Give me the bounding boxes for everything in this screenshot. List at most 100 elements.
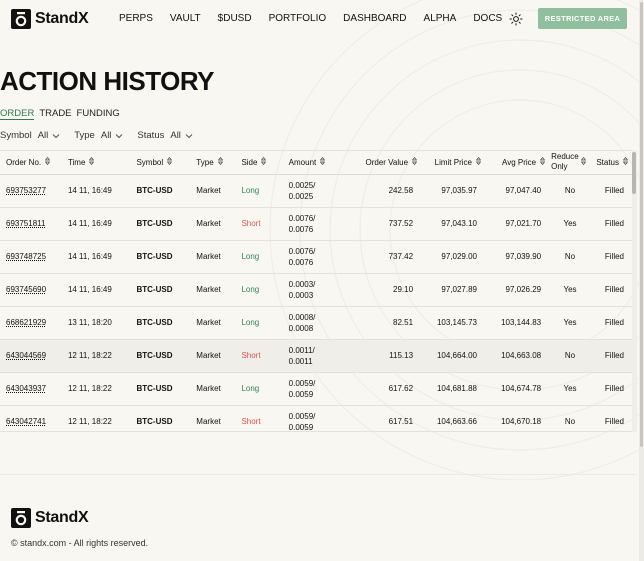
column-header-type[interactable]: Type <box>196 151 242 175</box>
cell-type: Market <box>196 339 242 373</box>
symbol-filter-select[interactable]: All <box>38 130 61 141</box>
page-scrollbar-thumb[interactable] <box>640 2 643 447</box>
sort-control[interactable] <box>539 157 546 167</box>
table-row[interactable]: 693753277 14 11, 16:49 BTC-USD Market Long 0.… <box>0 174 632 208</box>
order-no-value[interactable]: 693753277 <box>6 186 46 195</box>
cell-symbol: BTC-USD <box>136 372 197 406</box>
reduce-only-value: Yes <box>563 219 577 228</box>
symbol-filter-value: All <box>37 130 49 141</box>
sort-icon[interactable] <box>44 157 51 166</box>
footer-logo[interactable]: StandX <box>11 508 89 528</box>
sort-control[interactable] <box>166 157 173 167</box>
cell-order-no[interactable]: 643043937 <box>0 372 62 406</box>
cell-order-no[interactable]: 693751811 <box>0 207 62 241</box>
sort-icon[interactable] <box>320 157 326 166</box>
sort-control[interactable] <box>475 157 482 167</box>
table-scrollbar-thumb[interactable] <box>632 152 636 194</box>
cell-order-no[interactable]: 693753277 <box>0 174 62 208</box>
order-no-value[interactable]: 668621929 <box>6 318 46 327</box>
cell-order-value: 242.58 <box>355 174 424 208</box>
cell-order-value: 29.10 <box>355 273 424 307</box>
type-value: Market <box>196 285 221 294</box>
table-row[interactable]: 643044569 12 11, 18:22 BTC-USD Market Short 0… <box>0 339 632 373</box>
sort-icon[interactable] <box>217 157 223 166</box>
sort-control[interactable] <box>622 157 629 167</box>
column-header-reduce-only[interactable]: Reduce Only <box>551 151 589 175</box>
cell-symbol: BTC-USD <box>136 405 197 431</box>
tab-trade[interactable]: TRADE <box>39 108 71 120</box>
order-no-value[interactable]: 693751811 <box>6 219 45 228</box>
column-header-time[interactable]: Time <box>61 151 137 175</box>
sort-icon[interactable] <box>539 157 546 166</box>
brand-logo[interactable]: StandX <box>11 9 89 29</box>
nav-perps[interactable]: PERPS <box>119 13 153 24</box>
cell-order-no[interactable]: 693748725 <box>0 240 62 274</box>
sort-control[interactable] <box>411 157 418 167</box>
table-row[interactable]: 693751811 14 11, 16:49 BTC-USD Market Short 0… <box>0 207 632 241</box>
column-header-status[interactable]: Status <box>588 151 632 175</box>
table-header-row: Order No. Time Symbol Type Side Amount Order V… <box>0 151 632 175</box>
sun-icon[interactable] <box>509 12 523 26</box>
order-no-value[interactable]: 693745690 <box>6 285 46 294</box>
column-header-symbol[interactable]: Symbol <box>136 151 197 175</box>
sort-icon[interactable] <box>622 157 629 166</box>
cell-avg-price: 97,039.90 <box>484 240 552 274</box>
column-header-order-value[interactable]: Order Value <box>355 151 424 175</box>
order-no-value[interactable]: 643044569 <box>6 351 46 360</box>
column-header-content: Time <box>62 157 137 167</box>
cell-order-no[interactable]: 668621929 <box>0 306 62 340</box>
tab-funding[interactable]: FUNDING <box>77 108 120 120</box>
status-value: Filled <box>604 219 624 228</box>
table-row[interactable]: 693745690 14 11, 16:49 BTC-USD Market Long 0.… <box>0 273 632 307</box>
order-no-value[interactable]: 643043937 <box>6 384 46 393</box>
nav-portfolio[interactable]: PORTFOLIO <box>269 13 327 24</box>
cell-order-no[interactable]: 643044569 <box>0 339 62 373</box>
brand-name: StandX <box>35 10 89 27</box>
order-no-value[interactable]: 693748725 <box>6 252 46 261</box>
cell-amount: 0.0076/0.0076 <box>288 207 356 241</box>
sort-icon[interactable] <box>580 157 587 166</box>
nav-docs[interactable]: DOCS <box>473 13 502 24</box>
cell-order-no[interactable]: 693745690 <box>0 273 62 307</box>
sort-control[interactable] <box>44 157 51 167</box>
sort-control[interactable] <box>580 157 587 167</box>
table-row[interactable]: 643042741 12 11, 18:22 BTC-USD Market Short 0… <box>0 405 632 431</box>
time-value: 14 11, 16:49 <box>67 219 112 228</box>
type-filter-select[interactable]: All <box>101 130 124 141</box>
sort-control[interactable] <box>217 157 223 167</box>
table-row[interactable]: 668621929 13 11, 18:20 BTC-USD Market Long 0.… <box>0 306 632 340</box>
nav-dashboard[interactable]: DASHBOARD <box>343 13 406 24</box>
cell-type: Market <box>196 240 242 274</box>
sort-icon[interactable] <box>411 157 418 166</box>
sort-control[interactable] <box>261 157 267 167</box>
table-row[interactable]: 643043937 12 11, 18:22 BTC-USD Market Long 0.… <box>0 372 632 406</box>
nav-vault[interactable]: VAULT <box>170 13 201 24</box>
nav-alpha[interactable]: ALPHA <box>424 13 457 24</box>
table-row[interactable]: 693748725 14 11, 16:49 BTC-USD Market Long 0.… <box>0 240 632 274</box>
sort-icon[interactable] <box>89 157 95 166</box>
column-header-limit-price[interactable]: Limit Price <box>423 151 485 175</box>
reduce-only-value: Yes <box>563 318 577 327</box>
sort-control[interactable] <box>320 157 326 167</box>
type-value: Market <box>196 417 221 426</box>
column-header-amount[interactable]: Amount <box>288 151 356 175</box>
sort-control[interactable] <box>89 157 95 167</box>
order-no-value[interactable]: 643042741 <box>6 417 46 426</box>
cell-type: Market <box>196 174 242 208</box>
type-value: Market <box>196 186 221 195</box>
column-header-order-no[interactable]: Order No. <box>0 151 62 175</box>
restricted-area-button[interactable]: RESTRICTED AREA <box>538 8 627 29</box>
sort-icon[interactable] <box>261 157 267 166</box>
cell-order-value: 82.51 <box>355 306 424 340</box>
symbol-value: BTC-USD <box>136 219 173 228</box>
sort-icon[interactable] <box>475 157 482 166</box>
nav-dusd[interactable]: $DUSD <box>218 13 252 24</box>
tab-order[interactable]: ORDER <box>0 108 35 120</box>
column-header-avg-price[interactable]: Avg Price <box>484 151 552 175</box>
sort-icon[interactable] <box>166 157 173 166</box>
column-header-side[interactable]: Side <box>241 151 289 175</box>
cell-limit-price: 103,145.73 <box>423 306 485 340</box>
status-filter-select[interactable]: All <box>170 130 193 141</box>
column-header-label: Amount <box>288 157 317 167</box>
cell-order-no[interactable]: 643042741 <box>0 405 62 431</box>
